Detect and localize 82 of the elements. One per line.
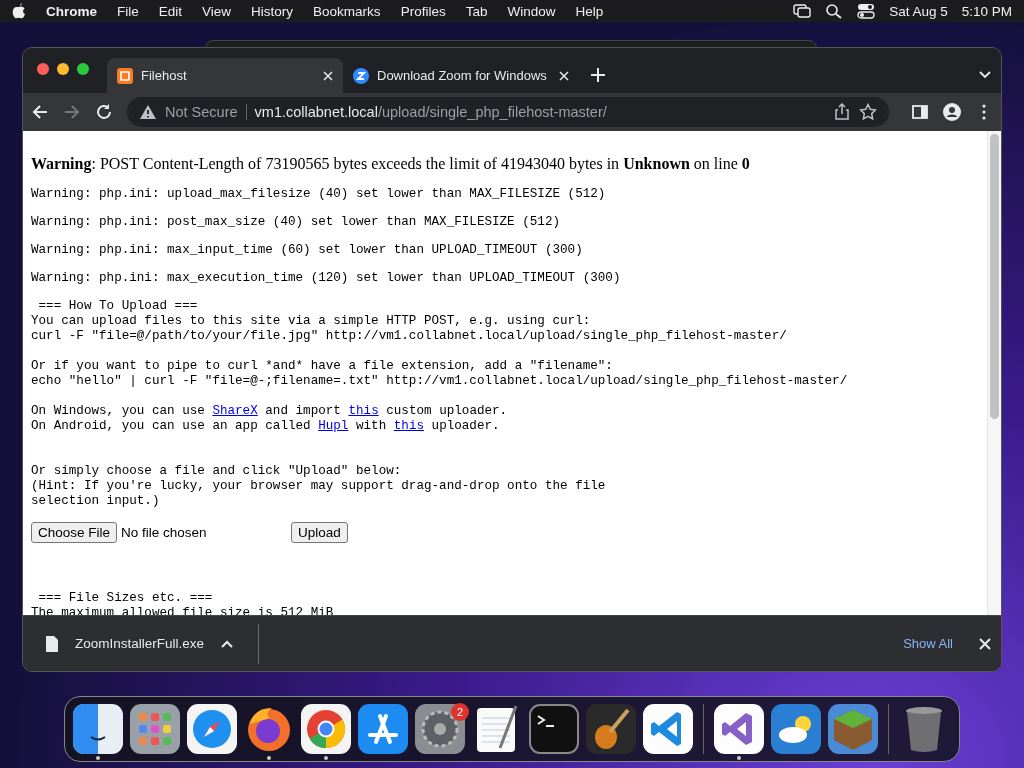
letter-favicon-icon bbox=[353, 67, 369, 84]
app-menu[interactable]: Chrome bbox=[46, 3, 97, 19]
profile-icon[interactable] bbox=[943, 103, 961, 121]
warning-line: Warning: php.ini: upload_max_filesize (40) set lower than MAX_FILESIZE (512) bbox=[31, 187, 607, 202]
file-name-label: No file chosen bbox=[121, 525, 208, 540]
upload-button[interactable]: Upload bbox=[291, 522, 348, 543]
reload-icon[interactable] bbox=[95, 103, 113, 121]
url-text: vm1.collabnet.local/upload/single_php_filehost-master/ bbox=[254, 104, 607, 120]
running-indicator bbox=[737, 756, 741, 760]
apple-logo-icon[interactable] bbox=[12, 3, 26, 19]
menu-item[interactable]: Profiles bbox=[400, 3, 446, 19]
instruction-line: On Windows, you can use ShareX and import this custom uploader. bbox=[31, 404, 509, 419]
file-icon bbox=[43, 634, 61, 653]
scrollbar-thumb[interactable] bbox=[990, 134, 999, 419]
close-icon[interactable] bbox=[979, 637, 991, 650]
show-all-button[interactable]: Show All bbox=[893, 630, 963, 657]
close-icon[interactable] bbox=[559, 70, 569, 81]
download-file-name[interactable]: ZoomInstallerFull.exe bbox=[75, 636, 205, 651]
menu-item[interactable]: Help bbox=[575, 3, 604, 19]
notification-badge: 2 bbox=[451, 703, 469, 721]
security-label: Not Secure bbox=[165, 104, 238, 120]
close-icon[interactable] bbox=[323, 70, 333, 81]
browser-tab[interactable]: Filehost bbox=[107, 58, 343, 93]
app-grid-icon[interactable] bbox=[130, 704, 180, 754]
instruction-line: You can upload files to this site via a simple HTTP POST, e.g. using curl: bbox=[31, 314, 592, 329]
running-indicator bbox=[324, 756, 328, 760]
new-tab-icon[interactable] bbox=[591, 68, 605, 82]
link[interactable]: this bbox=[348, 404, 379, 418]
grass-block-icon[interactable] bbox=[828, 704, 878, 754]
instruction-line: curl -F "file=@/path/to/your/file.jpg" http://vm1.collabnet.local/upload/single_php_filehost-master/ bbox=[31, 329, 788, 344]
link[interactable]: this bbox=[393, 419, 424, 433]
warning-line: Warning: php.ini: post_max_size (40) set lower than MAX_FILESIZE (512) bbox=[31, 215, 562, 230]
control-center-icon[interactable] bbox=[857, 3, 876, 19]
menu-item[interactable]: Window bbox=[507, 3, 556, 19]
link[interactable]: ShareX bbox=[212, 404, 258, 418]
code-icon[interactable] bbox=[643, 704, 693, 754]
menu-clock[interactable]: 5:10 PM bbox=[961, 3, 1012, 19]
instruction-line: Or if you want to pipe to curl *and* have a file extension, add a "filename": bbox=[31, 359, 614, 374]
minimize-window-button[interactable] bbox=[57, 62, 69, 75]
instruction-line: Or simply choose a file and click "Upload" below: bbox=[31, 464, 403, 479]
menu-item[interactable]: Edit bbox=[158, 3, 183, 19]
forward-arrow-icon[interactable] bbox=[63, 103, 81, 121]
screen-mirroring-icon[interactable] bbox=[793, 3, 812, 19]
menu-item[interactable]: File bbox=[117, 3, 139, 19]
instruction-line: echo "hello" | curl -F "file=@-;filename=.txt" http://vm1.collabnet.local/upload/single_php_filehost-master/ bbox=[31, 374, 849, 389]
compass-icon[interactable] bbox=[187, 704, 237, 754]
warning-icon bbox=[139, 103, 157, 121]
menu-item[interactable]: Bookmarks bbox=[313, 3, 381, 19]
instruction-line: (Hint: If you're lucky, your browser may support drag-and-drop onto the file bbox=[31, 479, 607, 494]
zoom-window-button[interactable] bbox=[77, 62, 89, 75]
gear-icon[interactable] bbox=[415, 704, 465, 754]
side-panel-icon[interactable] bbox=[911, 103, 929, 121]
trash-icon[interactable] bbox=[903, 704, 945, 754]
section-heading: === File Sizes etc. === bbox=[37, 591, 214, 606]
chevron-down-icon[interactable] bbox=[979, 71, 991, 79]
menu-date[interactable]: Sat Aug 5 bbox=[889, 3, 948, 19]
menu-item[interactable]: Tab bbox=[465, 3, 488, 19]
menu-item[interactable]: History bbox=[251, 3, 294, 19]
share-icon[interactable] bbox=[833, 103, 851, 121]
address-bar[interactable]: Not Secure vm1.collabnet.local/upload/single_php_filehost-master/ bbox=[127, 97, 889, 127]
star-icon[interactable] bbox=[859, 103, 877, 121]
terminal-icon[interactable] bbox=[529, 704, 579, 754]
error-message: Warning: POST Content-Length of 73190565 bytes exceeds the limit of 41943040 bytes in Unknown on line 0 bbox=[31, 155, 751, 173]
split-square-icon[interactable] bbox=[73, 704, 123, 754]
instruction-line: On Android, you can use an app called Hupl with this uploader. bbox=[31, 419, 501, 434]
menu-item[interactable]: View bbox=[202, 3, 232, 19]
close-window-button[interactable] bbox=[37, 62, 49, 75]
search-icon[interactable] bbox=[825, 3, 844, 19]
warning-line: Warning: php.ini: max_input_time (60) set lower than UPLOAD_TIMEOUT (300) bbox=[31, 243, 584, 258]
warning-line: Warning: php.ini: max_execution_time (120) set lower than UPLOAD_TIMEOUT (300) bbox=[31, 271, 622, 286]
cloud-icon[interactable] bbox=[771, 704, 821, 754]
browser-tab[interactable]: Download Zoom for Windows bbox=[343, 58, 579, 93]
link[interactable]: Hupl bbox=[318, 419, 349, 433]
choose-file-button[interactable]: Choose File bbox=[31, 522, 118, 543]
app-store-icon[interactable] bbox=[358, 704, 408, 754]
section-heading: === How To Upload === bbox=[37, 299, 199, 314]
guitar-icon[interactable] bbox=[586, 704, 636, 754]
back-arrow-icon[interactable] bbox=[31, 103, 49, 121]
running-indicator bbox=[267, 756, 271, 760]
running-indicator bbox=[96, 756, 100, 760]
instruction-line: selection input.) bbox=[31, 494, 161, 509]
circle-logo-icon[interactable] bbox=[301, 704, 351, 754]
